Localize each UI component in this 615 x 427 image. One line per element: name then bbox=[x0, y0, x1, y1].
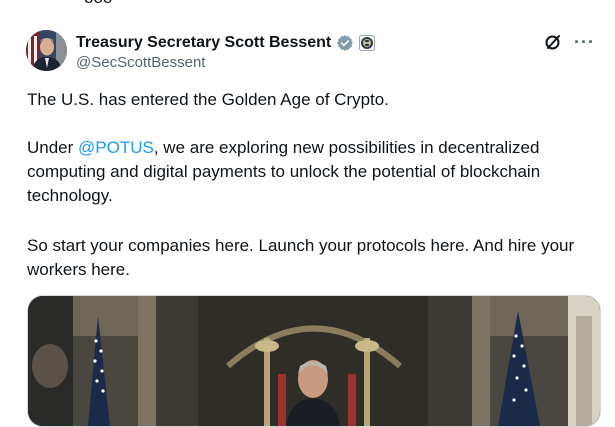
tweet-text-segment: Under bbox=[27, 138, 79, 157]
tweet-paragraph-1: The U.S. has entered the Golden Age of C… bbox=[27, 88, 389, 112]
author-handle[interactable]: @SecScottBessent bbox=[76, 54, 595, 74]
media-photo-image bbox=[28, 296, 600, 426]
previous-item-partial-text: ooo bbox=[84, 0, 132, 7]
grok-icon[interactable] bbox=[544, 33, 562, 51]
tweet-paragraph-3: So start your companies here. Launch you… bbox=[27, 234, 574, 282]
more-icon[interactable]: ··· bbox=[574, 33, 595, 51]
tweet-media-photo[interactable] bbox=[27, 295, 601, 427]
mention-link[interactable]: @POTUS bbox=[78, 138, 154, 157]
treasury-seal-icon[interactable] bbox=[359, 35, 376, 51]
tweet-line: workers here. bbox=[27, 260, 130, 279]
header-actions: ··· bbox=[544, 33, 595, 51]
tweet-header: Treasury Secretary Scott Bessent @SecSco… bbox=[76, 33, 595, 73]
tweet-line: computing and digital payments to unlock… bbox=[27, 162, 541, 181]
tweet-line: technology. bbox=[27, 186, 113, 205]
tweet-line: The U.S. has entered the Golden Age of C… bbox=[27, 90, 389, 109]
tweet-paragraph-2: Under @POTUS, we are exploring new possi… bbox=[27, 136, 540, 208]
gray-verified-badge-icon[interactable] bbox=[336, 34, 354, 52]
author-display-name[interactable]: Treasury Secretary Scott Bessent bbox=[76, 34, 331, 52]
tweet-text-segment: , we are exploring new possibilities in … bbox=[153, 138, 540, 157]
avatar[interactable] bbox=[26, 30, 67, 71]
tweet-line: So start your companies here. Launch you… bbox=[27, 236, 575, 255]
avatar-image bbox=[26, 30, 67, 71]
author-name-row: Treasury Secretary Scott Bessent bbox=[76, 33, 595, 53]
